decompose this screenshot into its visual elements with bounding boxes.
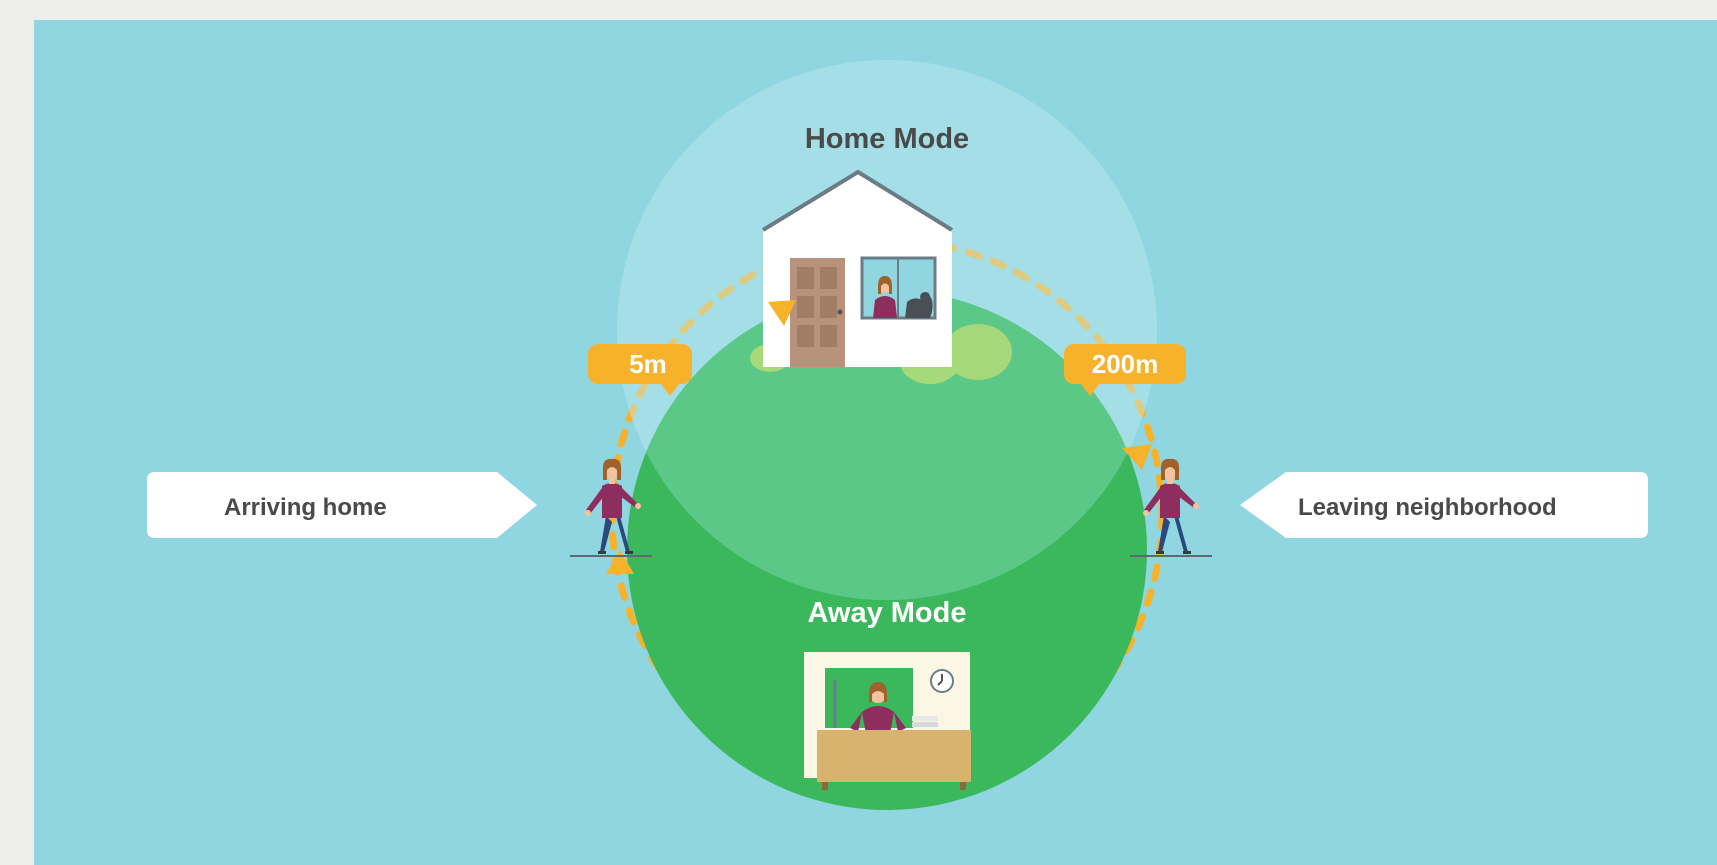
arrival-distance-text: 5m <box>629 349 667 379</box>
arriving-home-callout: Arriving home <box>147 472 537 538</box>
leaving-neighborhood-label: Leaving neighborhood <box>1298 494 1557 521</box>
departure-distance-text: 200m <box>1092 349 1159 379</box>
home-mode-title: Home Mode <box>805 123 969 155</box>
clock-icon <box>930 669 954 693</box>
leaving-neighborhood-callout: Leaving neighborhood <box>1240 472 1648 538</box>
arriving-home-label: Arriving home <box>224 494 387 521</box>
away-mode-title: Away Mode <box>807 597 966 629</box>
office-desk-icon <box>804 652 971 790</box>
geofence-diagram: 5m 200m Home Mode Away Mode Arriving hom… <box>34 20 1717 865</box>
